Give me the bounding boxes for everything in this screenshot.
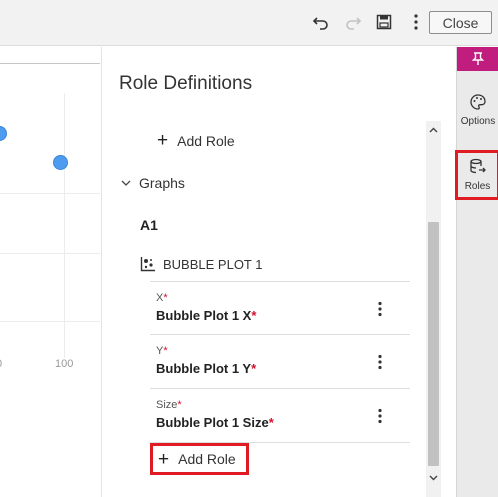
role-value: Bubble Plot 1 Size* — [156, 415, 274, 430]
role-row-x[interactable]: X* Bubble Plot 1 X* — [150, 281, 410, 335]
scroll-up-icon[interactable] — [426, 123, 441, 137]
required-mark: * — [177, 399, 182, 411]
role-value: Bubble Plot 1 X* — [156, 308, 257, 323]
required-mark: * — [268, 415, 274, 430]
rail-roles-label: Roles — [464, 181, 491, 192]
more-vertical-icon[interactable] — [405, 11, 427, 33]
x-tick-label: 0 — [0, 358, 2, 370]
more-vertical-icon[interactable] — [374, 353, 386, 371]
grid-line-vertical — [64, 93, 65, 358]
rail-tab-roles[interactable]: Roles — [455, 150, 498, 200]
graphs-section-toggle[interactable]: Graphs — [121, 175, 185, 191]
add-role-label: Add Role — [178, 451, 236, 467]
plus-icon: + — [158, 448, 170, 470]
plus-icon: + — [157, 130, 169, 151]
graphs-label: Graphs — [139, 175, 185, 191]
redo-icon[interactable] — [342, 11, 364, 33]
panel-scrollbar[interactable] — [426, 121, 441, 497]
role-definitions-panel: Role Definitions + Add Role Graphs A1 BU… — [101, 47, 455, 497]
x-tick-label: 100 — [55, 358, 74, 370]
scrollbar-thumb[interactable] — [428, 222, 439, 466]
undo-icon[interactable] — [310, 11, 332, 33]
more-vertical-icon[interactable] — [374, 407, 386, 425]
panel-title: Role Definitions — [119, 73, 253, 94]
bubble-plot-icon — [140, 256, 156, 272]
pin-icon[interactable] — [457, 47, 498, 71]
scroll-down-icon[interactable] — [426, 471, 441, 485]
roles-scroll-area: + Add Role Graphs A1 BUBBLE PLOT 1 X* Bu… — [102, 121, 442, 497]
database-arrow-icon — [469, 158, 487, 176]
required-mark: * — [251, 361, 257, 376]
close-button[interactable]: Close — [429, 11, 492, 34]
grid-line-horizontal — [0, 193, 100, 194]
chevron-down-icon — [121, 179, 133, 187]
bubble-point[interactable] — [53, 155, 68, 170]
top-toolbar: Close — [0, 0, 498, 46]
canvas-header-strip — [0, 47, 100, 64]
bubble-plot-label: BUBBLE PLOT 1 — [163, 256, 263, 272]
report-canvas[interactable]: 0 100 — [0, 47, 100, 497]
rail-options-label: Options — [460, 116, 496, 127]
right-rail: Options Roles — [455, 47, 498, 497]
grid-line-horizontal — [0, 253, 100, 254]
save-icon[interactable] — [373, 11, 395, 33]
palette-icon — [469, 93, 487, 111]
rail-tab-options[interactable]: Options — [457, 93, 498, 127]
add-role-label: Add Role — [177, 132, 235, 149]
grid-line-horizontal — [0, 321, 100, 322]
required-mark: * — [163, 292, 168, 304]
role-row-size[interactable]: Size* Bubble Plot 1 Size* — [150, 389, 410, 443]
required-mark: * — [163, 345, 168, 357]
role-label: Y* — [156, 345, 168, 357]
role-value: Bubble Plot 1 Y* — [156, 361, 257, 376]
add-role-button-top[interactable]: + Add Role — [157, 131, 235, 150]
role-row-y[interactable]: Y* Bubble Plot 1 Y* — [150, 335, 410, 389]
group-label: A1 — [140, 217, 158, 233]
bubble-point[interactable] — [0, 126, 7, 141]
required-mark: * — [251, 308, 257, 323]
more-vertical-icon[interactable] — [374, 300, 386, 318]
role-label: X* — [156, 292, 168, 304]
bubble-plot-item[interactable]: BUBBLE PLOT 1 — [140, 256, 262, 272]
role-label: Size* — [156, 399, 182, 411]
add-role-button-bottom[interactable]: + Add Role — [150, 443, 249, 475]
